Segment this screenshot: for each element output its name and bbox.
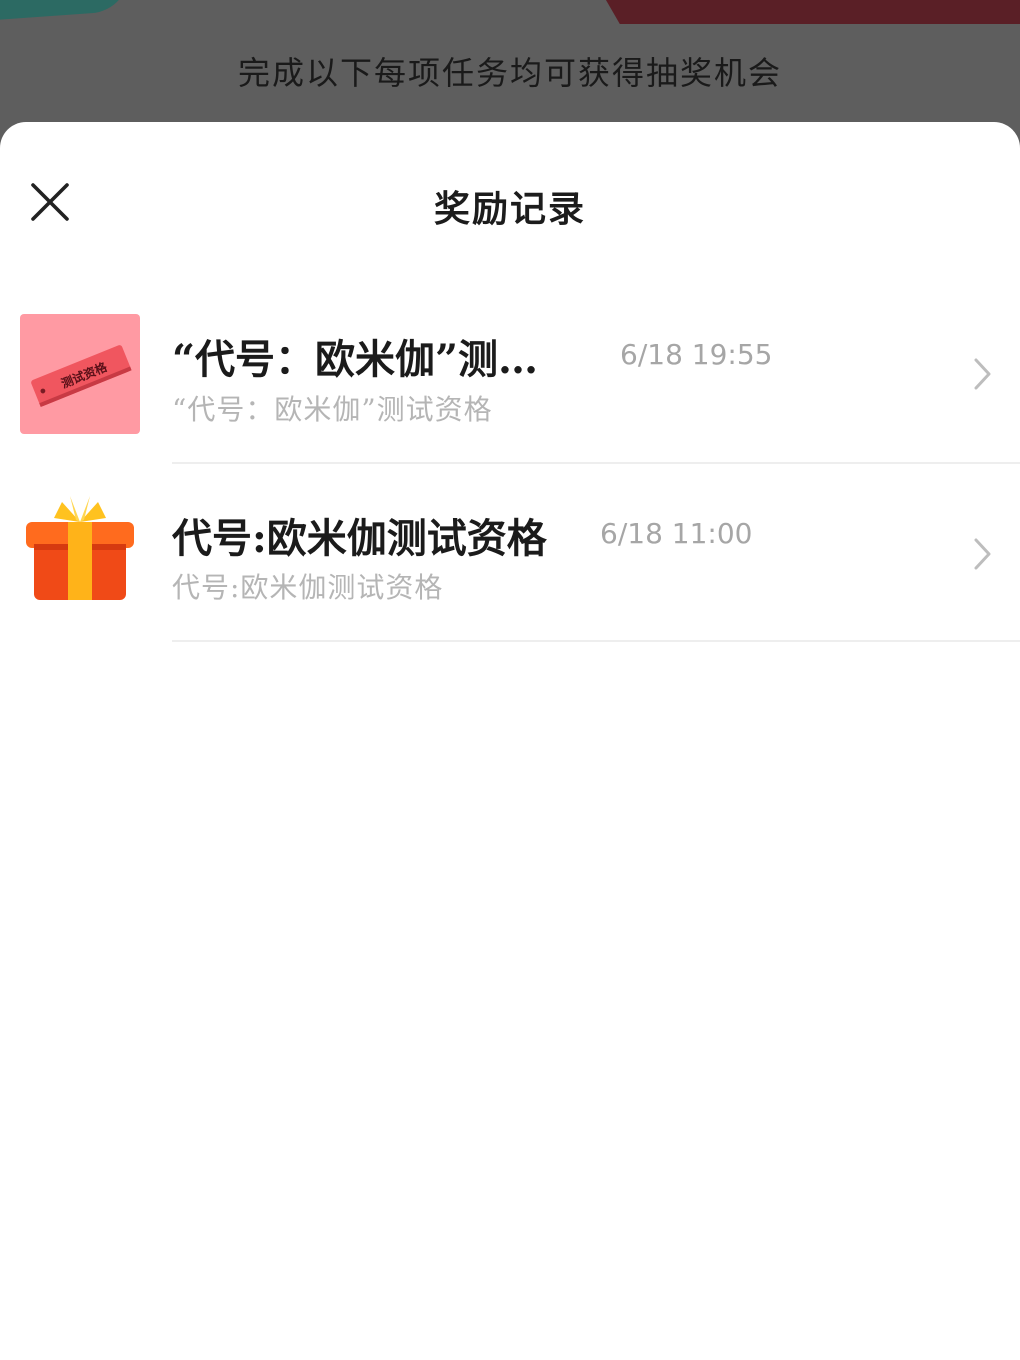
background-decoration-red: [600, 0, 1020, 24]
gift-box-icon: [20, 492, 140, 612]
record-title: 代号:欧米伽测试资格: [172, 515, 547, 562]
chevron-right-icon: [974, 538, 991, 570]
reward-record-row[interactable]: 代号:欧米伽测试资格 6/18 11:00 代号:欧米伽测试资格: [0, 472, 1020, 650]
task-hint-text: 完成以下每项任务均可获得抽奖机会: [237, 54, 782, 92]
reward-records-sheet: 奖励记录 测试资格 “代号：欧米伽”测… 6/18 19:55 “代号：欧米伽”…: [0, 122, 1020, 1360]
background-page: 完成以下每项任务均可获得抽奖机会: [0, 0, 1020, 140]
reward-record-row[interactable]: 测试资格 “代号：欧米伽”测… 6/18 19:55 “代号：欧米伽”测试资格: [0, 292, 1020, 470]
chevron-right-icon: [974, 358, 991, 390]
record-time: 6/18 11:00: [600, 517, 753, 550]
row-divider: [172, 462, 1020, 464]
row-divider: [172, 640, 1020, 642]
sheet-header: 奖励记录: [0, 122, 1020, 282]
ticket-icon: 测试资格: [20, 314, 140, 434]
record-subtitle: “代号：欧米伽”测试资格: [172, 393, 493, 426]
record-title: “代号：欧米伽”测…: [172, 336, 539, 383]
record-time: 6/18 19:55: [620, 338, 773, 371]
background-decoration-teal: [0, 0, 132, 22]
record-subtitle: 代号:欧米伽测试资格: [172, 571, 444, 604]
sheet-title: 奖励记录: [433, 188, 586, 230]
